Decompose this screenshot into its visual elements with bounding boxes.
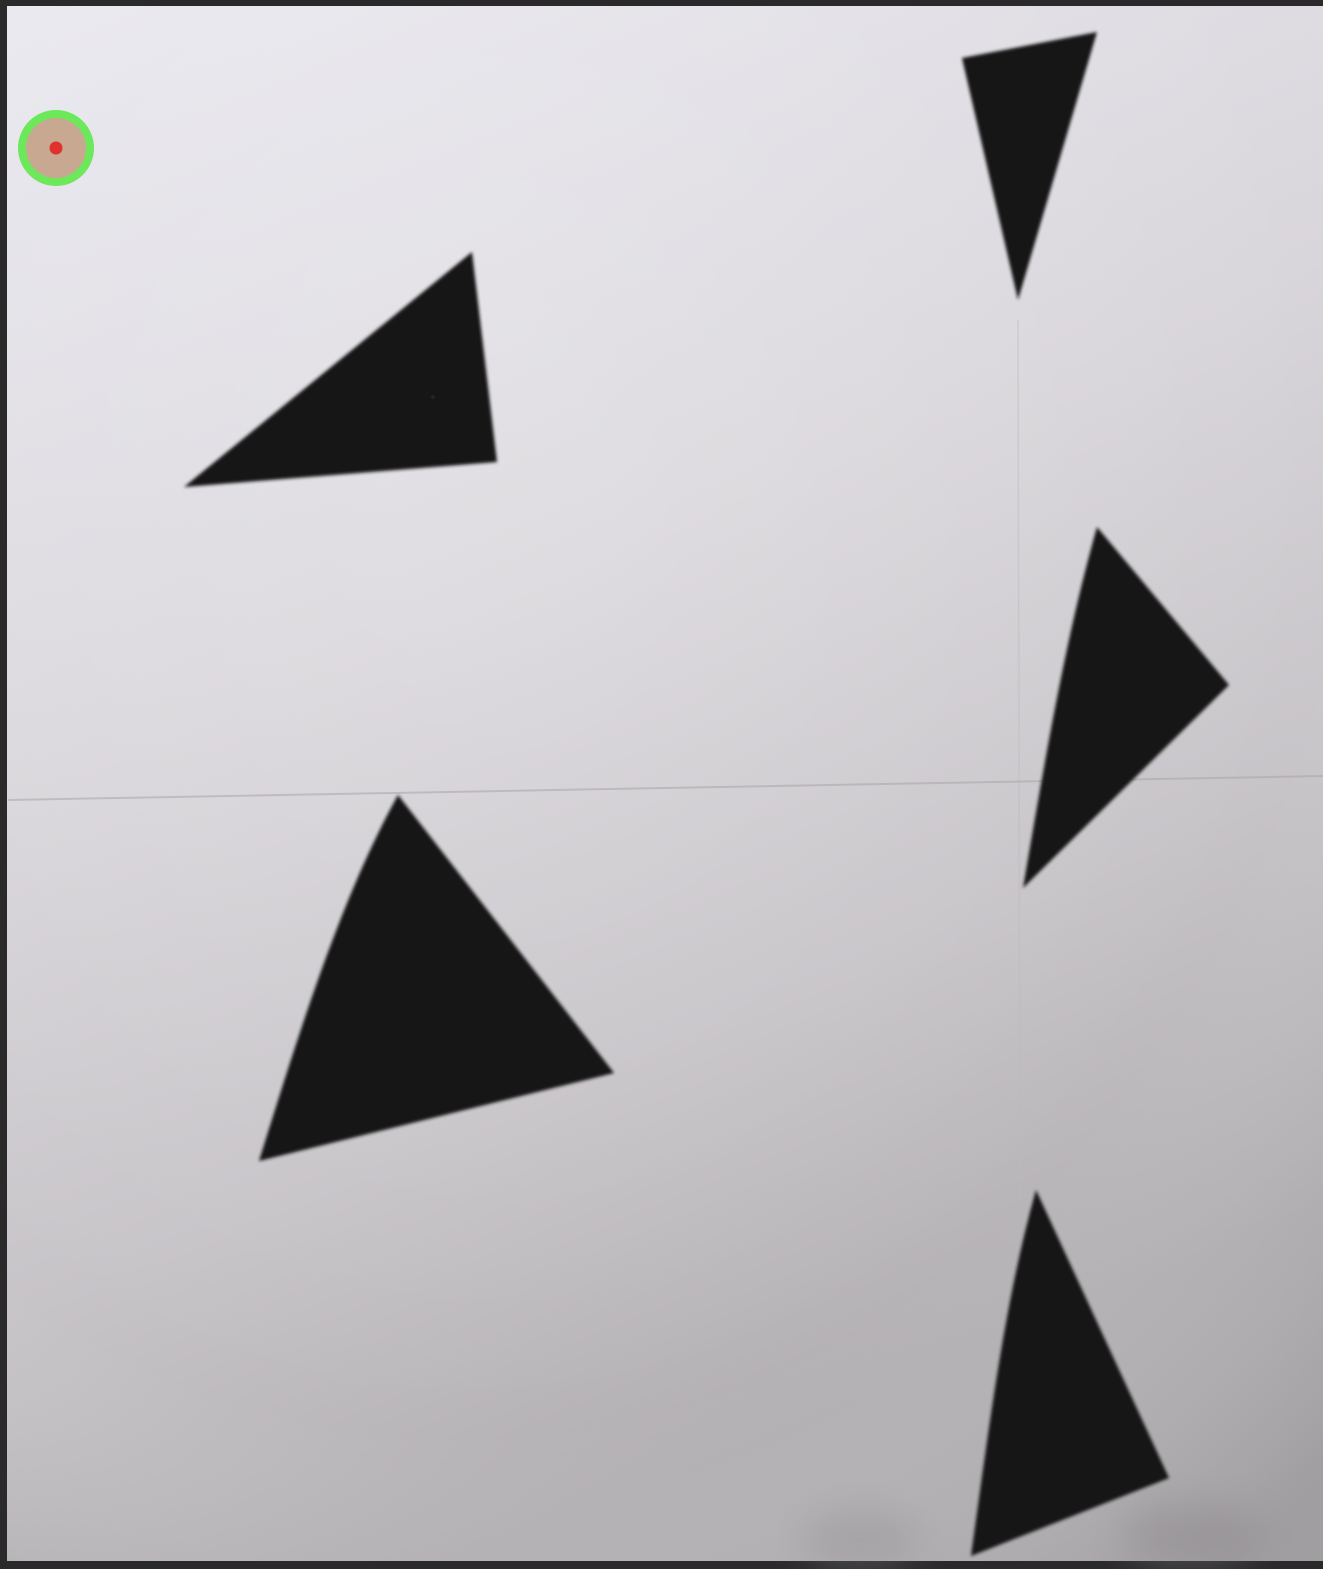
bottom-shadow-right: [1120, 1503, 1260, 1567]
bottom-shadow-left: [800, 1510, 920, 1569]
photo-scene: [0, 0, 1323, 1569]
triangle-surface-speck: [431, 395, 435, 399]
gaze-marker-icon: [18, 110, 94, 186]
camera-frame: [0, 0, 1323, 1569]
